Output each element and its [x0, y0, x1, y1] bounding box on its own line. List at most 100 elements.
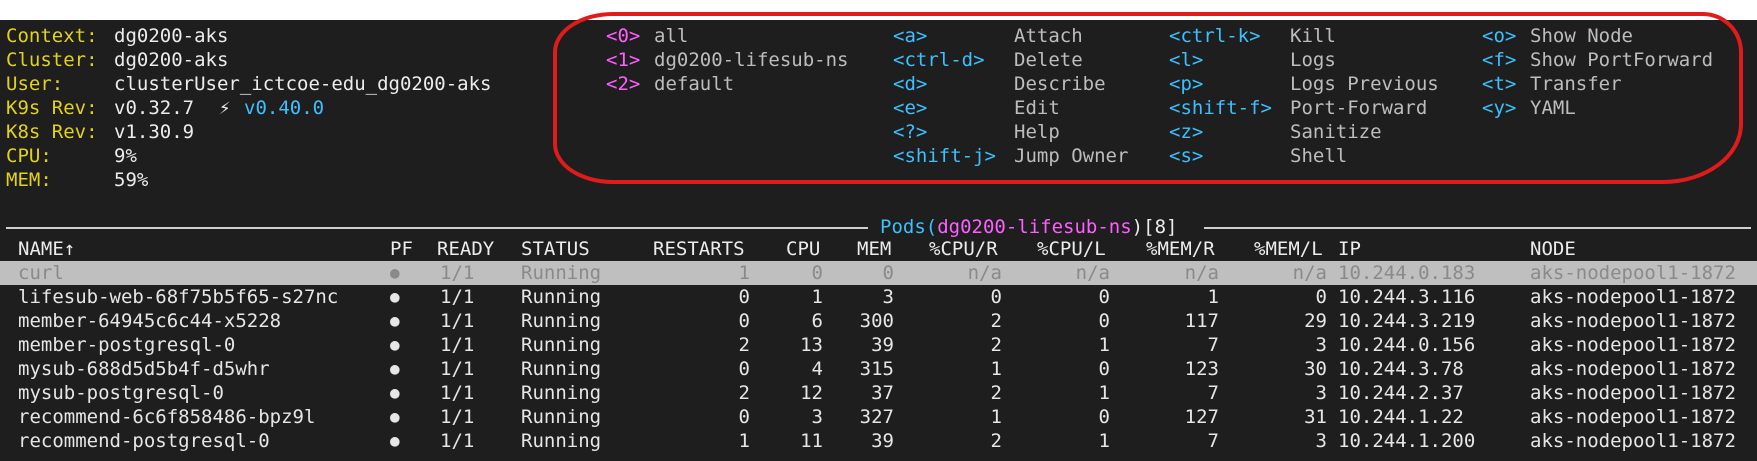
cell-status: Running — [521, 334, 602, 356]
hotkey-label: Help — [1014, 121, 1060, 143]
cell-ip: 10.244.1.22 — [1338, 406, 1464, 428]
info-key: Cluster: — [6, 49, 98, 71]
header-ready[interactable]: READY — [437, 237, 494, 261]
header-cpu-l[interactable]: %CPU/L — [1037, 237, 1106, 261]
table-row[interactable]: curl ● 1/1 Running 1 0 0 n/a n/a n/a n/a 10.244.0.1… — [0, 261, 1757, 285]
frame-border-left — [6, 227, 868, 229]
cell-ip: 10.244.3.78 — [1338, 358, 1464, 380]
cell-status: Running — [521, 382, 602, 404]
header-node[interactable]: NODE — [1530, 237, 1576, 261]
hotkey-label: Sanitize — [1290, 121, 1382, 143]
table-row[interactable]: lifesub-web-68f75b5f65-s27nc ● 1/1 Running 0… — [0, 285, 1757, 309]
cell-node: aks-nodepool1-1872 — [1530, 430, 1736, 452]
cell-mem: 39 — [871, 334, 894, 356]
header-cpu-r[interactable]: %CPU/R — [929, 237, 998, 261]
cell-mem-l: 3 — [1315, 382, 1327, 404]
table-row[interactable]: member-64945c6c44-x5228 ● 1/1 Running 0 6 300 2… — [0, 309, 1757, 333]
cell-ip: 10.244.2.37 — [1338, 382, 1464, 404]
cell-pf: ● — [390, 359, 400, 378]
cell-mem: 315 — [859, 358, 894, 380]
cell-restarts: 2 — [738, 382, 750, 404]
table-row[interactable]: member-postgresql-0 ● 1/1 Running 2 13 39 2 1 7 3 1… — [0, 333, 1757, 357]
cell-mem-r: 123 — [1184, 358, 1219, 380]
cell-cpu-r: 2 — [990, 310, 1002, 332]
hotkey-key: <e> — [893, 97, 928, 119]
namespace-label: all — [654, 25, 689, 47]
hotkey-label: Show Node — [1530, 25, 1633, 47]
hotkey-label: Show PortForward — [1530, 49, 1714, 71]
cell-cpu: 3 — [811, 406, 823, 428]
table-row[interactable]: mysub-688d5d5b4f-d5whr ● 1/1 Running 0 4 315 1 0… — [0, 357, 1757, 381]
header-pf[interactable]: PF — [390, 237, 413, 261]
cell-mem-r: 117 — [1184, 310, 1219, 332]
info-value: v0.32.7 — [114, 97, 195, 119]
frame-border-right — [1204, 227, 1751, 229]
hotkey-key: <shift-j> — [893, 145, 996, 167]
cell-mem-l: 3 — [1315, 430, 1327, 452]
cell-restarts: 0 — [738, 406, 750, 428]
info-key: Context: — [6, 25, 98, 47]
hotkey-key: <s> — [1169, 145, 1204, 167]
info-key: K9s Rev: — [6, 97, 98, 119]
header-mem-l[interactable]: %MEM/L — [1254, 237, 1323, 261]
hotkey-key: <y> — [1482, 97, 1517, 119]
cell-mem: 37 — [871, 382, 894, 404]
header-mem-r[interactable]: %MEM/R — [1146, 237, 1215, 261]
cell-ip: 10.244.0.183 — [1338, 262, 1476, 284]
cell-cpu-r: 0 — [990, 286, 1002, 308]
cell-ready: 1/1 — [440, 430, 475, 452]
header-ip[interactable]: IP — [1338, 237, 1361, 261]
cell-node: aks-nodepool1-1872 — [1530, 310, 1736, 332]
cell-name: member-postgresql-0 — [18, 334, 236, 356]
cell-cpu-r: 1 — [990, 406, 1002, 428]
cell-mem: 0 — [882, 262, 894, 284]
cell-restarts: 2 — [738, 334, 750, 356]
cell-cpu: 6 — [811, 310, 823, 332]
cell-cpu: 12 — [800, 382, 823, 404]
info-key: User: — [6, 73, 64, 95]
cell-node: aks-nodepool1-1872 — [1530, 406, 1736, 428]
title-mid: )[ — [1131, 216, 1155, 238]
header-name[interactable]: NAME↑ — [18, 237, 75, 261]
cell-mem-r: 7 — [1207, 334, 1219, 356]
cell-cpu: 1 — [811, 286, 823, 308]
header-restarts[interactable]: RESTARTS — [653, 237, 745, 261]
cell-cpu-l: 1 — [1098, 382, 1110, 404]
header-mem[interactable]: MEM — [857, 237, 891, 261]
hotkey-key: <?> — [893, 121, 928, 143]
cell-status: Running — [521, 286, 602, 308]
cell-mem-l: 31 — [1304, 406, 1327, 428]
cell-pf: ● — [390, 383, 400, 402]
cell-ip: 10.244.3.116 — [1338, 286, 1476, 308]
cell-mem-r: 7 — [1207, 382, 1219, 404]
hotkey-key: <l> — [1169, 49, 1204, 71]
cell-mem: 327 — [859, 406, 894, 428]
header-cpu[interactable]: CPU — [786, 237, 820, 261]
hotkey-label: Jump Owner — [1014, 145, 1129, 167]
header-status[interactable]: STATUS — [521, 237, 590, 261]
cell-cpu: 13 — [800, 334, 823, 356]
cell-pf: ● — [390, 287, 400, 306]
table-row[interactable]: recommend-6c6f858486-bpz9l ● 1/1 Running 0 3 3… — [0, 405, 1757, 429]
hotkey-key: <a> — [893, 25, 928, 47]
cell-ready: 1/1 — [440, 334, 475, 356]
cell-mem-r: 7 — [1207, 430, 1219, 452]
cell-status: Running — [521, 262, 602, 284]
cell-node: aks-nodepool1-1872 — [1530, 382, 1736, 404]
cell-mem: 300 — [859, 310, 894, 332]
k9s-terminal: Context: dg0200-aks Cluster: dg0200-aks … — [0, 20, 1757, 461]
table-row[interactable]: mysub-postgresql-0 ● 1/1 Running 2 12 37 2 1 7 3 10… — [0, 381, 1757, 405]
cell-name: recommend-6c6f858486-bpz9l — [18, 406, 316, 428]
hotkey-key: <d> — [893, 73, 928, 95]
cell-node: aks-nodepool1-1872 — [1530, 262, 1736, 284]
info-key: CPU: — [6, 145, 52, 167]
cell-mem: 3 — [882, 286, 894, 308]
info-key: MEM: — [6, 169, 52, 191]
cell-restarts: 1 — [738, 430, 750, 452]
info-value: 59% — [114, 169, 149, 191]
cell-mem-l: 30 — [1304, 358, 1327, 380]
cell-ready: 1/1 — [440, 406, 475, 428]
table-row[interactable]: recommend-postgresql-0 ● 1/1 Running 1 11 39 2 1… — [0, 429, 1757, 453]
namespace-key: <2> — [606, 73, 641, 95]
cell-restarts: 1 — [738, 262, 750, 284]
